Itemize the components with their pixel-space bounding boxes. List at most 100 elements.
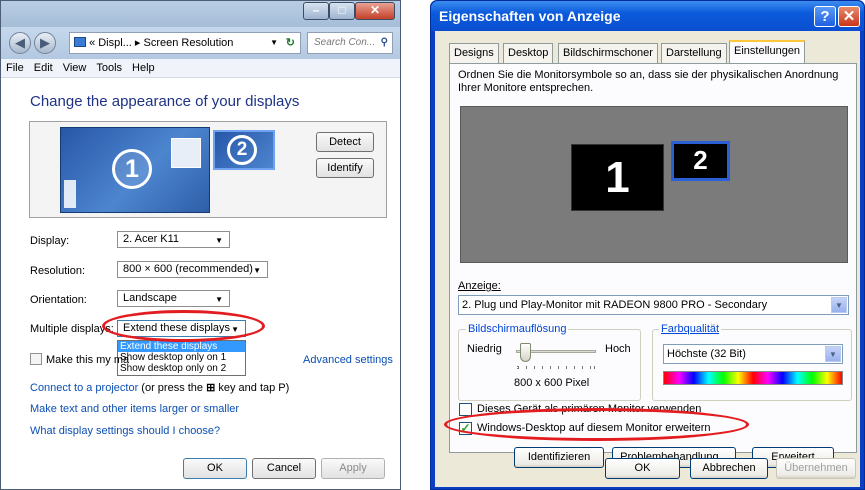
tab-settings[interactable]: Einstellungen	[729, 40, 806, 64]
projector-link[interactable]: Connect to a projector	[30, 382, 138, 394]
menu-help[interactable]: Help	[127, 59, 160, 74]
low-label: Niedrig	[467, 343, 502, 355]
advanced-settings-link[interactable]: Advanced settings	[303, 354, 393, 366]
monitor-2[interactable]: 2	[213, 130, 275, 170]
chevron-down-icon[interactable]: ▼	[270, 33, 278, 53]
display-select[interactable]: 2. Plug und Play-Monitor mit RADEON 9800…	[458, 295, 849, 315]
color-quality-value: Höchste (32 Bit)	[667, 348, 746, 360]
ok-button[interactable]: OK	[605, 458, 680, 479]
color-group	[652, 329, 852, 401]
color-quality-select[interactable]: Höchste (32 Bit) ▼	[663, 344, 843, 364]
chevron-down-icon: ▼	[831, 297, 847, 313]
search-input[interactable]: Search Con... ⚲	[307, 32, 393, 54]
monitor-arrangement-area: 1 2 Detect Identify	[29, 121, 387, 218]
dropdown-option-only-1[interactable]: Show desktop only on 1	[118, 352, 245, 363]
display-label: Anzeige:	[458, 280, 501, 292]
menu-view[interactable]: View	[58, 59, 92, 74]
instructions-text: Ordnen Sie die Monitorsymbole so an, das…	[458, 69, 839, 94]
chevron-down-icon: ▼	[215, 236, 223, 245]
address-text: « Displ... ▸ Screen Resolution	[89, 37, 234, 49]
tab-desktop[interactable]: Desktop	[503, 43, 554, 63]
help-button[interactable]: ?	[814, 6, 836, 27]
resolution-value: 800 × 600 (recommended)	[123, 263, 253, 275]
resolution-group	[458, 329, 641, 401]
multiple-displays-dropdown: Extend these displays Show desktop only …	[117, 340, 246, 376]
xp-window-title: Eigenschaften von Anzeige	[439, 8, 621, 24]
win7-titlebar: – □ ✕	[1, 1, 400, 27]
refresh-icon[interactable]: ↻	[286, 33, 295, 53]
address-bar[interactable]: « Displ... ▸ Screen Resolution ▼ ↻	[69, 32, 301, 54]
close-button[interactable]: ✕	[355, 2, 395, 20]
apply-button[interactable]: Apply	[321, 458, 385, 479]
chevron-down-icon: ▼	[215, 295, 223, 304]
identify-button[interactable]: Identifizieren	[514, 447, 604, 468]
settings-panel: Ordnen Sie die Monitorsymbole so an, das…	[444, 63, 857, 468]
windows-key-icon: ⊞	[206, 382, 216, 394]
tab-screensaver[interactable]: Bildschirmschoner	[558, 43, 658, 63]
desktop-gadget-icon	[64, 180, 76, 208]
color-spectrum-bar	[663, 371, 843, 385]
orientation-value: Landscape	[123, 292, 177, 304]
xp-body: Designs Desktop Bildschirmschoner Darste…	[435, 31, 860, 487]
menu-edit[interactable]: Edit	[29, 59, 58, 74]
monitor-arrangement-area: 1 2	[460, 106, 848, 263]
forward-arrow-icon[interactable]: ▶	[34, 32, 56, 54]
color-group-label: Farbqualität	[659, 323, 722, 335]
make-main-checkbox[interactable]	[30, 353, 42, 365]
identify-button[interactable]: Identify	[316, 158, 374, 178]
display-select[interactable]: 2. Acer K11 ▼	[117, 231, 230, 248]
monitor-1[interactable]: 1	[60, 127, 210, 213]
projector-line: Connect to a projector (or press the ⊞ k…	[30, 381, 289, 394]
maximize-button[interactable]: □	[329, 2, 355, 20]
primary-monitor-checkbox[interactable]	[459, 403, 472, 416]
detect-button[interactable]: Detect	[316, 132, 374, 152]
monitor-1[interactable]: 1	[571, 144, 664, 211]
win7-navbar: ◀ ▶ « Displ... ▸ Screen Resolution ▼ ↻ S…	[1, 27, 400, 59]
menu-file[interactable]: File	[1, 59, 29, 74]
which-settings-link[interactable]: What display settings should I choose?	[30, 425, 220, 437]
make-main-label: Make this my ma	[46, 354, 130, 366]
projector-hint-b: key and tap P)	[215, 382, 290, 394]
monitor-2[interactable]: 2	[671, 141, 730, 181]
resolution-select[interactable]: 800 × 600 (recommended) ▼	[117, 261, 268, 278]
close-button[interactable]: ✕	[838, 6, 860, 27]
control-panel-icon	[74, 37, 86, 47]
display-value: 2. Acer K11	[123, 233, 180, 245]
highlight-ellipse	[102, 310, 265, 342]
projector-hint-a: (or press the	[138, 382, 207, 394]
resolution-label: Resolution:	[30, 265, 86, 277]
search-placeholder: Search Con...	[314, 37, 376, 48]
resolution-group-label: Bildschirmauflösung	[466, 323, 569, 335]
text-larger-link[interactable]: Make text and other items larger or smal…	[30, 403, 239, 415]
cancel-button[interactable]: Abbrechen	[690, 458, 768, 479]
cancel-button[interactable]: Cancel	[252, 458, 316, 479]
back-arrow-icon[interactable]: ◀	[9, 32, 31, 54]
dropdown-option-extend[interactable]: Extend these displays	[118, 341, 245, 352]
chevron-down-icon: ▼	[825, 346, 841, 362]
monitor-1-number: 1	[112, 149, 152, 189]
slider-ticks	[517, 366, 595, 369]
chevron-down-icon: ▼	[253, 266, 261, 275]
menu-bar: File Edit View Tools Help	[1, 59, 400, 78]
resolution-value: 800 x 600 Pixel	[514, 377, 590, 389]
tab-designs[interactable]: Designs	[449, 43, 499, 63]
apply-button[interactable]: Übernehmen	[776, 458, 856, 479]
xp-display-properties-window: Eigenschaften von Anzeige ? ✕ Designs De…	[430, 0, 865, 490]
dropdown-option-only-2[interactable]: Show desktop only on 2	[118, 363, 245, 374]
tab-appearance[interactable]: Darstellung	[661, 43, 727, 63]
high-label: Hoch	[605, 343, 631, 355]
orientation-label: Orientation:	[30, 294, 87, 306]
display-label: Display:	[30, 235, 70, 247]
window-thumbnail-icon	[171, 138, 201, 168]
ok-button[interactable]: OK	[183, 458, 247, 479]
monitor-2-number: 2	[227, 135, 257, 165]
resolution-slider-thumb[interactable]	[519, 343, 531, 362]
menu-tools[interactable]: Tools	[91, 59, 127, 74]
orientation-select[interactable]: Landscape ▼	[117, 290, 230, 307]
minimize-button[interactable]: –	[303, 2, 329, 20]
win7-content: Change the appearance of your displays 1…	[1, 78, 400, 489]
win7-screen-resolution-window: – □ ✕ ◀ ▶ « Displ... ▸ Screen Resolution…	[0, 0, 401, 490]
highlight-ellipse	[444, 408, 749, 441]
search-icon[interactable]: ⚲	[381, 33, 388, 53]
xp-titlebar: Eigenschaften von Anzeige ? ✕	[431, 1, 864, 31]
